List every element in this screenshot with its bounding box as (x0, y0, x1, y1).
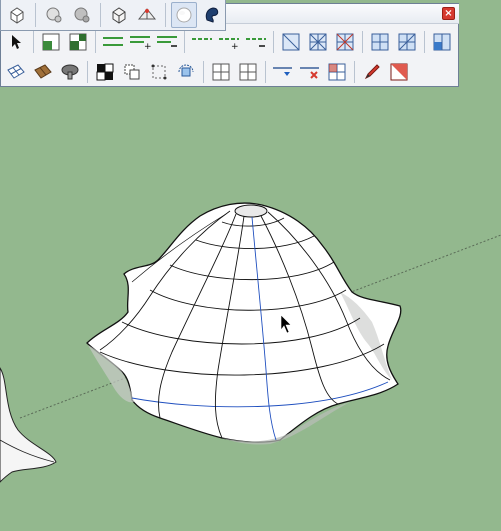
back-edges-icon[interactable] (41, 2, 67, 28)
line-spacing-icon[interactable] (100, 29, 126, 55)
grid-corner-icon[interactable] (429, 29, 455, 55)
pencil-icon[interactable] (359, 59, 385, 85)
dash-line-icon[interactable] (189, 29, 215, 55)
side-object (0, 367, 57, 483)
monochrome-icon[interactable] (199, 2, 225, 28)
styles-toolbar (0, 0, 226, 31)
hidden-line-icon[interactable] (106, 2, 132, 28)
panel-grid-icon[interactable] (208, 59, 234, 85)
draped-surface[interactable] (86, 202, 402, 445)
shaded-icon[interactable] (134, 2, 160, 28)
make-component-icon[interactable] (38, 29, 64, 55)
red-square-icon[interactable] (386, 59, 412, 85)
arrow-right-blue-icon[interactable] (270, 59, 296, 85)
delete-edge-icon[interactable] (297, 59, 323, 85)
panel-grid-2-icon[interactable] (235, 59, 261, 85)
line-add-icon[interactable]: + (127, 29, 153, 55)
xray-icon[interactable] (4, 2, 30, 28)
checker-icon[interactable] (92, 59, 118, 85)
diagonal-grid-icon[interactable] (278, 29, 304, 55)
dash-remove-icon[interactable] (243, 29, 269, 55)
rotate-icon[interactable] (173, 59, 199, 85)
tools-row-1: + + (3, 29, 455, 55)
grid-blue-icon[interactable] (367, 29, 393, 55)
wireframe-icon[interactable] (69, 2, 95, 28)
drape-grid-icon[interactable] (3, 59, 29, 85)
fold-icon[interactable] (119, 59, 145, 85)
grid-cross-icon[interactable] (305, 29, 331, 55)
grid-cross-red-icon[interactable] (332, 29, 358, 55)
cube-dots-icon[interactable] (146, 59, 172, 85)
close-button[interactable]: × (442, 7, 455, 20)
quad-icon[interactable] (324, 59, 350, 85)
select-icon[interactable] (3, 29, 29, 55)
mushroom-icon[interactable] (57, 59, 83, 85)
shaded-textures-icon[interactable] (171, 2, 197, 28)
grid-split-icon[interactable] (394, 29, 420, 55)
dash-add-icon[interactable]: + (216, 29, 242, 55)
texture-icon[interactable] (30, 59, 56, 85)
svg-text:+: + (144, 42, 151, 50)
tools-window-titlebar[interactable]: × (225, 4, 459, 24)
make-group-icon[interactable] (65, 29, 91, 55)
tools-row-2 (3, 59, 412, 85)
svg-text:+: + (231, 42, 239, 50)
line-remove-icon[interactable] (154, 29, 180, 55)
